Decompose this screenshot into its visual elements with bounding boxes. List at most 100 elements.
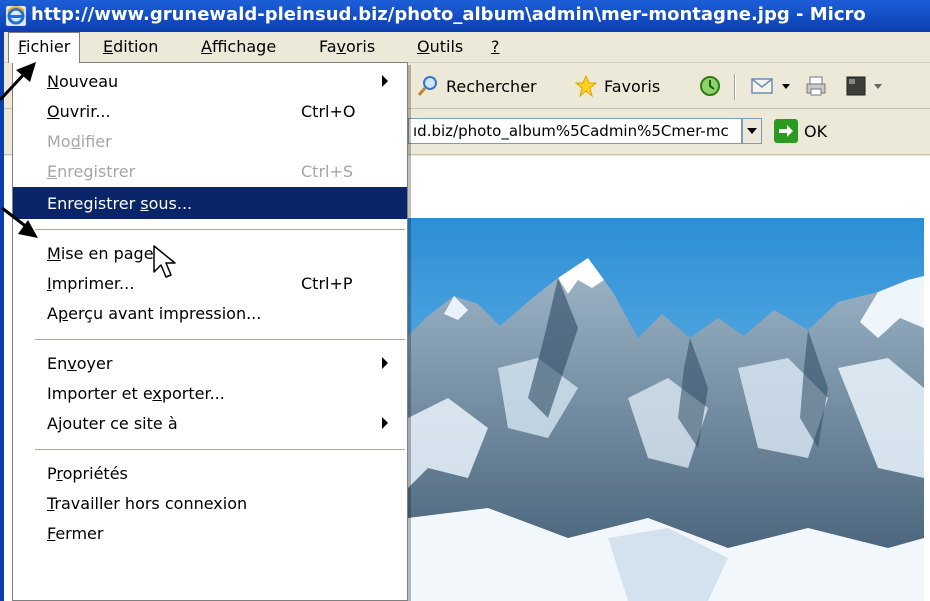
menu-affichage[interactable]: Affichage bbox=[192, 32, 285, 62]
menu-item-label: Mise en page... bbox=[47, 244, 169, 263]
menu-item-label-rest: opriétés bbox=[62, 463, 128, 483]
menu-item-label: Enregistrer bbox=[47, 162, 135, 181]
file-menu: Nouveau Ouvrir... Ctrl+O Modifier Enregi… bbox=[12, 62, 408, 601]
go-button[interactable]: OK bbox=[774, 116, 827, 146]
menu-item-label-pre: En bbox=[47, 353, 68, 373]
menu-item-envoyer[interactable]: Envoyer bbox=[13, 347, 407, 379]
menu-item-label: Modifier bbox=[47, 132, 112, 151]
ie-icon bbox=[6, 6, 26, 26]
menu-item-label: Envoyer bbox=[47, 354, 112, 373]
menu-item-label: Travailler hors connexion bbox=[47, 494, 247, 513]
menu-item-label-rest: ermer bbox=[55, 523, 104, 543]
menu-item-label-key: x bbox=[152, 383, 162, 403]
menu-item-apercu[interactable]: Aperçu avant impression... bbox=[13, 297, 407, 329]
menu-item-label: Propriétés bbox=[47, 464, 128, 483]
mountain-photo bbox=[408, 218, 924, 601]
menu-item-imprimer[interactable]: Imprimer... Ctrl+P bbox=[13, 267, 407, 299]
go-label: OK bbox=[804, 121, 828, 141]
menu-favoris-pre: Fa bbox=[319, 37, 337, 56]
menu-item-label: Imprimer... bbox=[47, 274, 134, 293]
menu-item-label: Ajouter ce site à bbox=[47, 414, 178, 433]
menu-fichier[interactable]: Fichier bbox=[8, 32, 81, 63]
menu-item-label-key: s bbox=[140, 193, 149, 213]
menu-item-label-rest: porter... bbox=[161, 383, 225, 403]
menu-item-enregistrer-sous[interactable]: Enregistrer sous... bbox=[13, 187, 407, 219]
menu-item-label-rest: ifier bbox=[80, 131, 112, 151]
favorites-label: Favoris bbox=[604, 76, 661, 96]
menu-favoris[interactable]: Favoris bbox=[310, 32, 384, 62]
search-button[interactable]: Rechercher bbox=[416, 72, 537, 100]
menu-fichier-rest: ichier bbox=[26, 37, 71, 56]
menu-help[interactable]: ? bbox=[482, 32, 509, 62]
mouse-cursor-icon bbox=[153, 245, 176, 278]
menu-item-label-rest: uvrir... bbox=[59, 101, 111, 121]
menu-item-shortcut: Ctrl+P bbox=[301, 273, 353, 293]
menu-separator bbox=[35, 339, 405, 341]
menu-separator bbox=[35, 449, 405, 451]
menu-item-label-key: p bbox=[57, 303, 69, 323]
menu-item-proprietes[interactable]: Propriétés bbox=[13, 457, 407, 489]
menu-edition-key: E bbox=[103, 37, 114, 56]
menu-item-label-key: O bbox=[47, 101, 60, 121]
menu-item-importer-exporter[interactable]: Importer et exporter... bbox=[13, 377, 407, 409]
menu-item-mise-en-page[interactable]: Mise en page... bbox=[13, 237, 407, 269]
menu-item-label-pre: A bbox=[47, 303, 58, 323]
menu-item-label-key: N bbox=[47, 71, 59, 91]
menu-item-hors-connexion[interactable]: Travailler hors connexion bbox=[13, 487, 407, 519]
menu-item-label-pre: P bbox=[47, 463, 57, 483]
menu-item-fermer[interactable]: Fermer bbox=[13, 517, 407, 549]
menu-help-label: ? bbox=[491, 37, 500, 56]
menu-item-ajouter-site[interactable]: Ajouter ce site à bbox=[13, 407, 407, 439]
menu-item-label: Aperçu avant impression... bbox=[47, 304, 261, 323]
menu-item-label-key: E bbox=[47, 161, 58, 181]
menu-item-label: Ouvrir... bbox=[47, 102, 111, 121]
menu-bar: Fichier Edition Affichage Favoris Outils… bbox=[4, 32, 930, 63]
menu-item-ouvrir[interactable]: Ouvrir... Ctrl+O bbox=[13, 95, 407, 127]
menu-item-label: Enregistrer sous... bbox=[47, 194, 192, 213]
menu-item-label-key: M bbox=[47, 243, 61, 263]
menu-fichier-key: F bbox=[18, 37, 27, 56]
menu-item-nouveau[interactable]: Nouveau bbox=[13, 65, 407, 97]
submenu-arrow-icon bbox=[382, 417, 388, 429]
menu-item-label-rest: outer ce site à bbox=[62, 413, 178, 433]
menu-outils-rest: utils bbox=[429, 37, 464, 56]
history-icon bbox=[700, 76, 720, 96]
menu-item-label-key: d bbox=[70, 131, 81, 151]
menu-outils-key: O bbox=[417, 37, 430, 56]
printer-icon bbox=[806, 76, 826, 96]
menu-item-label-pre: Enregistrer bbox=[47, 193, 141, 213]
menu-item-label-rest: nregistrer bbox=[57, 161, 136, 181]
mail-button[interactable] bbox=[750, 72, 796, 100]
submenu-arrow-icon bbox=[382, 75, 388, 87]
chevron-down-icon bbox=[782, 84, 790, 89]
annotation-arrow-icon bbox=[1, 206, 38, 238]
search-label: Rechercher bbox=[446, 76, 537, 96]
menu-outils[interactable]: Outils bbox=[408, 32, 472, 62]
address-dropdown-button[interactable] bbox=[742, 118, 762, 144]
annotation-arrow-icon bbox=[0, 62, 36, 102]
chevron-down-icon bbox=[874, 84, 882, 89]
menu-item-label-pre: A bbox=[47, 413, 58, 433]
menu-item-label-rest: ravailler hors connexion bbox=[54, 493, 248, 513]
menu-affichage-key: A bbox=[201, 37, 212, 56]
edit-button[interactable] bbox=[844, 72, 888, 100]
address-input[interactable]: ıd.biz/photo_album%5Cadmin%5Cmer-mc bbox=[408, 118, 742, 144]
toolbar-separator bbox=[734, 74, 736, 100]
menu-item-enregistrer: Enregistrer Ctrl+S bbox=[13, 155, 407, 187]
search-icon bbox=[417, 76, 437, 96]
favorites-button[interactable]: Favoris bbox=[574, 72, 660, 100]
menu-item-label-rest: erçu avant impression... bbox=[68, 303, 262, 323]
menu-item-label: Fermer bbox=[47, 524, 103, 543]
menu-item-label-rest: ous... bbox=[148, 193, 193, 213]
menu-item-label-rest: ouveau bbox=[58, 71, 119, 91]
menu-edition[interactable]: Edition bbox=[94, 32, 167, 62]
menu-item-label-rest: oyer bbox=[76, 353, 113, 373]
menu-favoris-key: v bbox=[336, 37, 347, 56]
menu-item-label-pre: Mo bbox=[47, 131, 71, 151]
print-button[interactable] bbox=[804, 72, 834, 100]
menu-item-shortcut: Ctrl+S bbox=[301, 161, 354, 181]
history-button[interactable] bbox=[698, 72, 728, 100]
menu-item-label: Importer et exporter... bbox=[47, 384, 225, 403]
mail-icon bbox=[751, 78, 773, 94]
menu-item-label-rest: mprimer... bbox=[51, 273, 135, 293]
